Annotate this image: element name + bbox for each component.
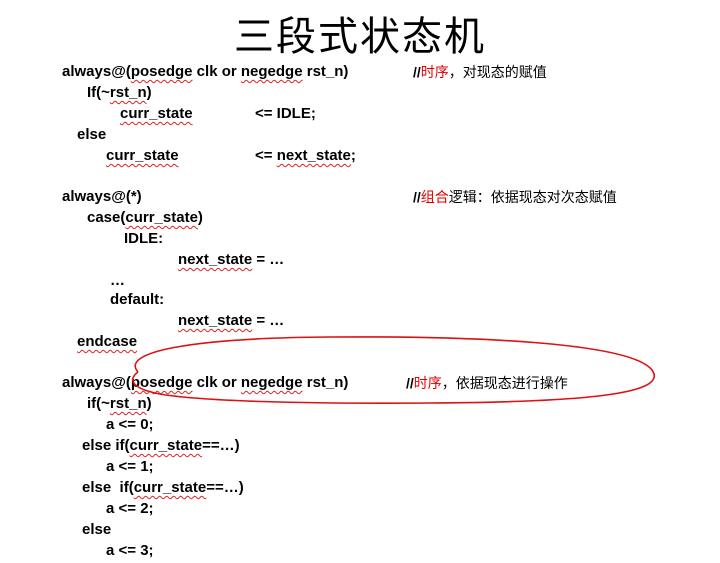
red-ellipse-annotation xyxy=(132,336,655,404)
